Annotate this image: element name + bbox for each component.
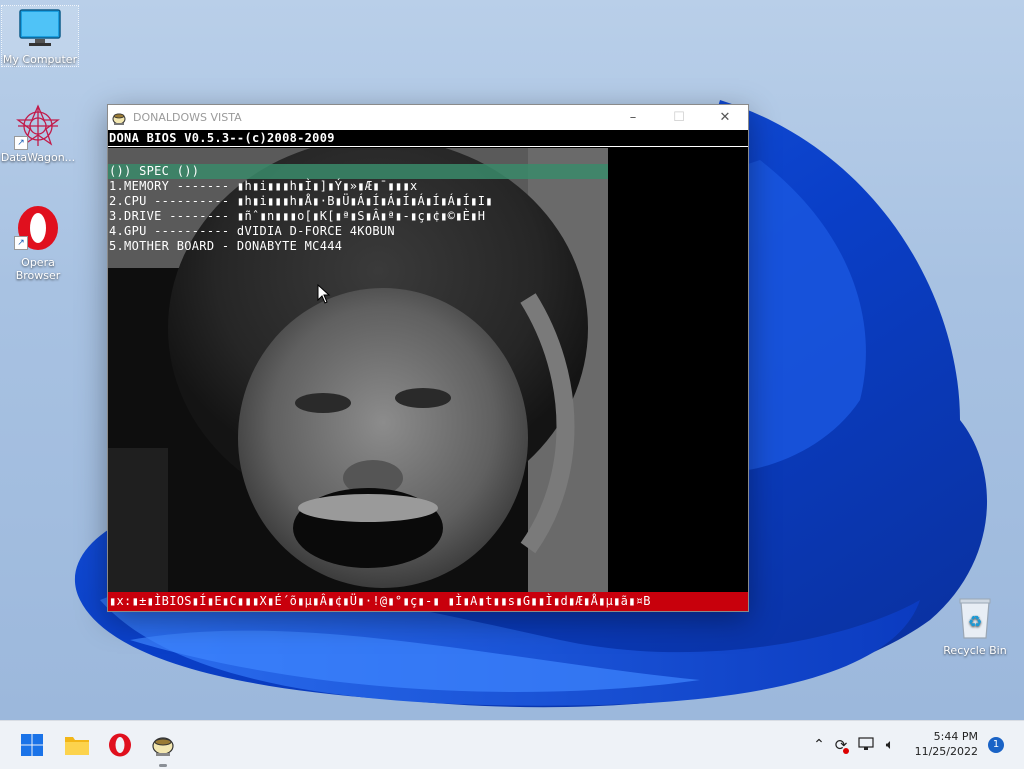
mouse-pointer-icon — [317, 283, 331, 308]
shortcut-arrow-icon: ↗ — [14, 236, 28, 250]
taskbar-donaldows-app[interactable] — [147, 729, 179, 767]
monitor-icon — [18, 6, 62, 50]
close-button[interactable]: ✕ — [702, 105, 748, 130]
desktop-icon-opera[interactable]: ↗ Opera Browser — [0, 204, 76, 282]
spec-line-motherboard: 5.MOTHER BOARD - DONABYTE MC444 — [109, 239, 343, 253]
shortcut-arrow-icon: ↗ — [14, 136, 28, 150]
system-tray: ⌃ ⟳ 🔈︎ — [810, 721, 902, 769]
opera-icon: ↗ — [14, 204, 60, 250]
svg-text:♻: ♻ — [968, 612, 982, 631]
desktop-icon-label: Recycle Bin — [943, 644, 1007, 657]
datawagon-icon: ↗ — [14, 104, 60, 150]
window-title: DONALDOWS VISTA — [133, 111, 242, 124]
clock-date: 11/25/2022 — [914, 745, 978, 758]
running-indicator — [159, 764, 167, 767]
bios-header: DONA BIOS V0.5.3--(c)2008-2009 — [108, 130, 748, 147]
desktop-icon-label: Opera Browser — [15, 256, 61, 282]
desktop-icon-my-computer[interactable]: My Computer — [1, 5, 79, 67]
desktop-icon-label: DataWagon... — [0, 151, 76, 164]
desktop-icon-datawagon[interactable]: ↗ DataWagon... — [0, 104, 76, 164]
teacup-icon — [111, 110, 127, 126]
desktop-icon-recycle-bin[interactable]: ♻ Recycle Bin — [940, 596, 1010, 657]
network-icon[interactable] — [854, 736, 878, 755]
spec-title: ()) SPEC ()) — [109, 164, 200, 178]
notification-badge[interactable]: 1 — [988, 737, 1004, 753]
spec-line-cpu: 2.CPU ---------- ▮h▮i▮▮▮h▮Å▮·B▮Ü▮Á▮Í▮Á▮Í… — [109, 194, 493, 208]
taskbar: ⌃ ⟳ 🔈︎ 5:44 PM 11/25/2022 1 — [0, 720, 1024, 769]
opera-icon — [109, 733, 131, 757]
chevron-up-icon[interactable]: ⌃ — [810, 737, 828, 753]
start-button[interactable] — [16, 729, 48, 761]
status-bar: ▮x:▮±▮ÌBIOS▮Í▮E▮C▮▮▮X▮É´õ▮µ▮Â▮¢▮Ü▮·!@▮°▮… — [108, 592, 748, 611]
taskbar-clock[interactable]: 5:44 PM 11/25/2022 — [915, 729, 978, 759]
start-icon — [21, 734, 43, 756]
taskbar-file-explorer[interactable] — [61, 729, 93, 761]
recycle-bin-icon: ♻ — [955, 596, 995, 640]
volume-icon[interactable]: 🔈︎ — [878, 737, 902, 753]
spec-line-memory: 1.MEMORY ------- ▮h▮i▮▮▮h▮Ì▮]▮Ý▮»▮Æ▮¯▮▮▮… — [109, 179, 418, 193]
spec-line-drive: 3.DRIVE -------- ▮ñˆ▮n▮▮▮o[▮K[▮ª▮S▮Â▮ª▮-… — [109, 209, 486, 223]
bios-screen[interactable]: DONA BIOS V0.5.3--(c)2008-2009 ()) SPEC … — [108, 130, 748, 611]
donaldows-app-icon — [152, 737, 174, 756]
minimize-button[interactable]: – — [610, 105, 656, 130]
spec-line-gpu: 4.GPU ---------- dVIDIA D-FORCE 4KOBUN — [109, 224, 395, 238]
maximize-button[interactable]: ☐ — [656, 105, 702, 130]
clock-time: 5:44 PM — [933, 730, 978, 743]
taskbar-opera[interactable] — [104, 729, 136, 761]
window-titlebar[interactable]: DONALDOWS VISTA – ☐ ✕ — [108, 105, 748, 130]
desktop-icon-label: My Computer — [2, 53, 78, 66]
sync-icon[interactable]: ⟳ — [828, 736, 854, 754]
file-explorer-icon — [65, 737, 89, 755]
donaldows-window[interactable]: DONALDOWS VISTA – ☐ ✕ DONA BIOS V0.5.3--… — [107, 104, 749, 612]
